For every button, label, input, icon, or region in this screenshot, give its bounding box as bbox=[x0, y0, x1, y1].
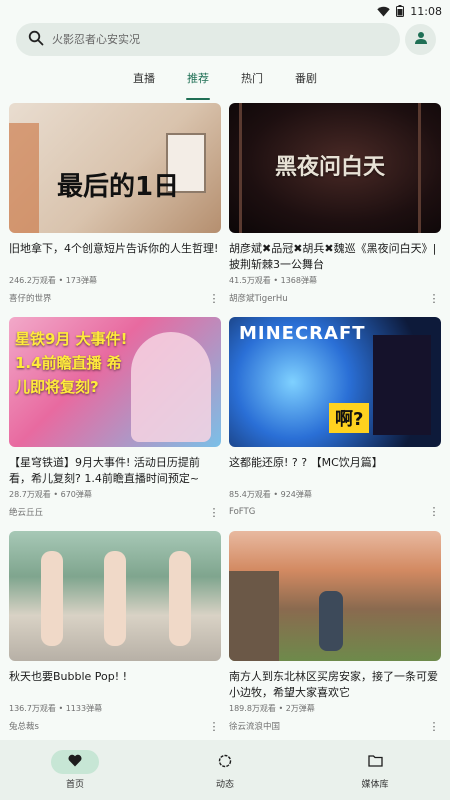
video-title: 【星穹铁道】9月大事件! 活动日历提前看，希儿复刻? 1.4前瞻直播时间预定~ bbox=[9, 456, 200, 485]
video-thumbnail[interactable]: 最后的1日 bbox=[9, 103, 221, 233]
video-card[interactable]: 最后的1日 旧地拿下，4个创意短片告诉你的人生哲理! 246.2万观看 • 17… bbox=[9, 103, 221, 317]
category-tabs: 直播 推荐 热门 番剧 bbox=[0, 68, 450, 100]
thumbnail-caption: 黑夜问白天 bbox=[275, 155, 386, 180]
more-options-icon[interactable]: ⋮ bbox=[427, 293, 441, 304]
tab-hot[interactable]: 热门 bbox=[239, 68, 265, 94]
minecraft-logo: MINECRAFT bbox=[239, 323, 366, 344]
video-author: 绝云丘丘 bbox=[9, 508, 44, 518]
nav-home-label: 首页 bbox=[65, 780, 84, 790]
video-card[interactable]: MINECRAFT 啊? 这都能还原! ? ? 【MC饮月篇】 85.4万观看 … bbox=[229, 317, 441, 531]
bottom-navigation: 首页 动态 媒体库 bbox=[0, 740, 450, 800]
video-thumbnail[interactable]: MINECRAFT 啊? bbox=[229, 317, 441, 447]
video-card[interactable]: 秋天也要Bubble Pop! ! 136.7万观看 • 1133弹幕 兔总裁s… bbox=[9, 531, 221, 745]
video-meta: 兔总裁s ⋮ bbox=[9, 720, 221, 733]
heart-icon bbox=[68, 754, 82, 770]
wifi-icon bbox=[377, 6, 390, 17]
video-author: 徐云流浪中国 bbox=[229, 722, 281, 732]
search-icon[interactable] bbox=[28, 30, 44, 50]
more-options-icon[interactable]: ⋮ bbox=[207, 721, 221, 732]
thumbnail-caption: 星铁9月 大事件! 1.4前瞻直播 希儿即将复刻? bbox=[15, 330, 128, 396]
video-thumbnail[interactable]: 黑夜问白天 bbox=[229, 103, 441, 233]
video-stats: 85.4万观看 • 924弹幕 bbox=[229, 490, 312, 499]
status-bar: 11:08 bbox=[0, 0, 450, 22]
tab-recommended[interactable]: 推荐 bbox=[185, 68, 211, 100]
video-stats: 246.2万观看 • 173弹幕 bbox=[9, 276, 97, 285]
more-options-icon[interactable]: ⋮ bbox=[427, 721, 441, 732]
video-title: 秋天也要Bubble Pop! ! bbox=[9, 670, 128, 683]
thumbnail-caption: 啊? bbox=[329, 403, 370, 433]
video-meta: 喜仔的世界 ⋮ bbox=[9, 292, 221, 305]
nav-home[interactable]: 首页 bbox=[20, 750, 130, 790]
video-title: 这都能还原! ? ? 【MC饮月篇】 bbox=[229, 456, 383, 469]
search-row bbox=[16, 23, 436, 56]
video-meta: 胡彦斌TigerHu ⋮ bbox=[229, 292, 441, 305]
more-options-icon[interactable]: ⋮ bbox=[207, 293, 221, 304]
nav-library-pill[interactable] bbox=[351, 750, 399, 774]
person-icon bbox=[414, 30, 428, 49]
video-stats: 28.7万观看 • 670弹幕 bbox=[9, 490, 92, 499]
folder-icon bbox=[367, 754, 383, 770]
video-meta: 徐云流浪中国 ⋮ bbox=[229, 720, 441, 733]
video-title: 胡彦斌✖品冠✖胡兵✖魏巡《黑夜问白天》| 披荆斩棘3一公舞台 bbox=[229, 242, 437, 271]
nav-home-pill[interactable] bbox=[51, 750, 99, 774]
video-thumbnail[interactable]: 星铁9月 大事件! 1.4前瞻直播 希儿即将复刻? bbox=[9, 317, 221, 447]
nav-library-label: 媒体库 bbox=[361, 780, 389, 790]
video-thumbnail[interactable] bbox=[9, 531, 221, 661]
nav-library[interactable]: 媒体库 bbox=[320, 750, 430, 790]
video-stats: 41.5万观看 • 1368弹幕 bbox=[229, 276, 317, 285]
video-card[interactable]: 南方人到东北林区买房安家，接了一条可爱小边牧，希望大家喜欢它 189.8万观看 … bbox=[229, 531, 441, 745]
search-input[interactable] bbox=[52, 33, 372, 46]
video-stats: 189.8万观看 • 2万弹幕 bbox=[229, 704, 315, 713]
video-card[interactable]: 黑夜问白天 胡彦斌✖品冠✖胡兵✖魏巡《黑夜问白天》| 披荆斩棘3一公舞台 41.… bbox=[229, 103, 441, 317]
thumbnail-caption: 最后的1日 bbox=[57, 172, 180, 202]
circle-icon bbox=[218, 754, 232, 771]
tab-anime[interactable]: 番剧 bbox=[293, 68, 319, 94]
video-stats: 136.7万观看 • 1133弹幕 bbox=[9, 704, 103, 713]
video-title: 南方人到东北林区买房安家，接了一条可爱小边牧，希望大家喜欢它 bbox=[229, 670, 438, 699]
search-bar[interactable] bbox=[16, 23, 400, 56]
video-author: FoFTG bbox=[229, 506, 256, 517]
nav-dynamic-pill[interactable] bbox=[201, 750, 249, 774]
video-title: 旧地拿下，4个创意短片告诉你的人生哲理! bbox=[9, 242, 219, 255]
nav-dynamic-label: 动态 bbox=[215, 780, 234, 790]
video-author: 喜仔的世界 bbox=[9, 294, 52, 304]
nav-dynamic[interactable]: 动态 bbox=[170, 750, 280, 790]
tab-live[interactable]: 直播 bbox=[131, 68, 157, 94]
video-author: 胡彦斌TigerHu bbox=[229, 294, 288, 304]
profile-button[interactable] bbox=[405, 24, 436, 55]
battery-icon bbox=[396, 5, 405, 17]
video-author: 兔总裁s bbox=[9, 722, 39, 732]
status-time: 11:08 bbox=[410, 4, 442, 18]
video-meta: 绝云丘丘 ⋮ bbox=[9, 506, 221, 519]
more-options-icon[interactable]: ⋮ bbox=[207, 507, 221, 518]
more-options-icon[interactable]: ⋮ bbox=[427, 506, 441, 517]
video-thumbnail[interactable] bbox=[229, 531, 441, 661]
video-meta: FoFTG ⋮ bbox=[229, 506, 441, 517]
video-card[interactable]: 星铁9月 大事件! 1.4前瞻直播 希儿即将复刻? 【星穹铁道】9月大事件! 活… bbox=[9, 317, 221, 531]
video-grid: 最后的1日 旧地拿下，4个创意短片告诉你的人生哲理! 246.2万观看 • 17… bbox=[9, 103, 441, 745]
